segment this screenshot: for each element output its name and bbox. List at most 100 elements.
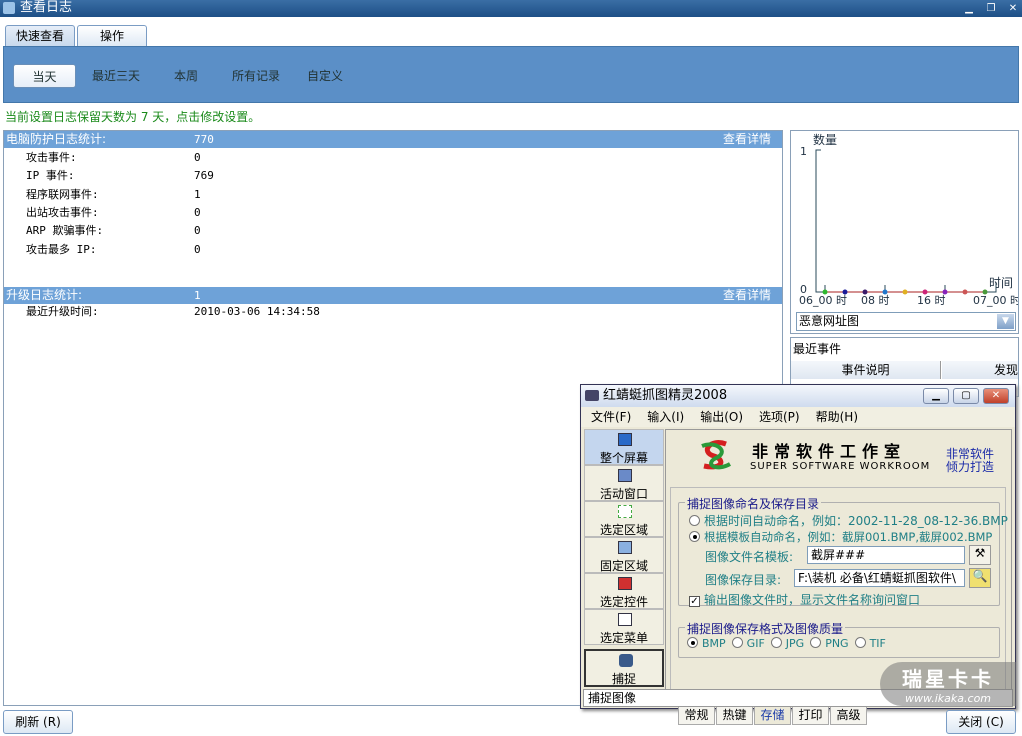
format-radio-png[interactable]: PNG — [810, 637, 849, 650]
tab-operations[interactable]: 操作 — [77, 25, 147, 47]
retention-notice-link[interactable]: 当前设置日志保留天数为 7 天，点击修改设置。 — [5, 108, 260, 125]
format-label: BMP — [702, 637, 726, 650]
side-button-monitor[interactable]: 整个屏幕 — [584, 429, 664, 465]
column-header-found[interactable]: 发现 — [942, 361, 1018, 379]
tab-quick-view[interactable]: 快速查看 — [5, 25, 75, 47]
brand-name-cn: 非常软件工作室 — [752, 442, 907, 461]
side-button-label: 整个屏幕 — [599, 451, 648, 465]
chart-type-select[interactable]: 恶意网址图 ▼ — [796, 312, 1016, 331]
upgrade-row-label: 最近升级时间: — [26, 305, 99, 318]
format-radio-tif[interactable]: TIF — [854, 637, 886, 650]
settings-tab[interactable]: 存储 — [754, 707, 791, 725]
checkbox-icon[interactable]: ✓ — [689, 596, 700, 607]
column-header-description[interactable]: 事件说明 — [791, 361, 941, 379]
stat-row-value: 0 — [194, 224, 201, 238]
close-window-button[interactable]: ✕ — [1006, 2, 1020, 15]
format-group-title: 捕捉图像保存格式及图像质量 — [685, 620, 846, 637]
side-button-control[interactable]: 选定控件 — [584, 573, 664, 609]
dialog-title: 红蜻蜓抓图精灵2008 — [603, 388, 728, 403]
stat-row-label: ARP 欺骗事件: — [26, 224, 104, 238]
upgrade-details-link[interactable]: 查看详情 — [723, 287, 771, 304]
data-point — [902, 289, 908, 295]
side-button-label: 选定区域 — [599, 523, 648, 537]
radio-icon[interactable] — [687, 637, 698, 648]
menu-file[interactable]: 文件(F) — [591, 410, 631, 424]
tools-icon[interactable]: ⚒ — [969, 545, 991, 565]
format-label: PNG — [825, 637, 849, 650]
menu-output[interactable]: 输出(O) — [700, 410, 743, 424]
menu-input[interactable]: 输入(I) — [647, 410, 684, 424]
radio-icon[interactable] — [854, 637, 866, 648]
recent-events-title: 最近事件 — [793, 342, 842, 356]
format-label: GIF — [746, 637, 765, 650]
dialog-close-button[interactable]: ✕ — [983, 388, 1009, 404]
dialog-title-bar: 红蜻蜓抓图精灵2008 ▁ ▢ ✕ — [581, 385, 1015, 407]
directory-input[interactable]: F:\装机 必备\红蜻蜓抓图软件\ — [794, 569, 965, 587]
side-button-dashed-selection[interactable]: 选定区域 — [584, 501, 664, 537]
radio-icon[interactable] — [810, 637, 822, 648]
capture-label: 捕捉 — [611, 672, 636, 686]
menu-options[interactable]: 选项(P) — [759, 410, 800, 424]
settings-tab[interactable]: 高级 — [830, 707, 867, 725]
filter-today[interactable]: 当天 — [13, 64, 76, 88]
stat-row-label: 程序联网事件: — [26, 187, 99, 201]
side-button-window[interactable]: 活动窗口 — [584, 465, 664, 501]
side-button-label: 选定菜单 — [599, 631, 648, 645]
side-button-menu[interactable]: 选定菜单 — [584, 609, 664, 645]
capture-button[interactable]: 捕捉 — [584, 649, 664, 687]
filter-custom[interactable]: 自定义 — [300, 64, 350, 88]
minimize-button[interactable]: ▁ — [962, 2, 976, 15]
protection-details-link[interactable]: 查看详情 — [723, 131, 771, 148]
chart-panel: 数量 时间 1 0 06_00 时 08 时 16 时 07_00 时 恶意网址图 ▼ — [790, 130, 1019, 334]
radio-template-naming[interactable]: 根据模板自动命名，例如：截屏001.BMP,截屏002.BMP — [689, 529, 992, 545]
template-input[interactable]: 截屏### — [807, 546, 965, 564]
stat-row-value: 1 — [194, 187, 201, 201]
menu-help[interactable]: 帮助(H) — [816, 410, 858, 424]
protection-total: 770 — [194, 133, 214, 146]
filter-this-week[interactable]: 本周 — [163, 64, 209, 88]
format-radio-gif[interactable]: GIF — [731, 637, 765, 650]
watermark-logo: 瑞星卡卡 www.ikaka.com — [880, 662, 1016, 706]
protection-title: 电脑防护日志统计: — [6, 132, 107, 146]
upgrade-row: 最近升级时间: — [26, 303, 99, 321]
screenshot-tool-window: 红蜻蜓抓图精灵2008 ▁ ▢ ✕ 文件(F) 输入(I) 输出(O) 选项(P) 帮助… — [580, 384, 1016, 725]
radio-icon[interactable] — [731, 637, 743, 648]
upgrade-stats-header: 升级日志统计: 1 查看详情 — [4, 287, 782, 304]
restore-button[interactable]: ❐ — [984, 2, 998, 15]
x-axis-label: 时间 — [989, 276, 1013, 290]
y-axis-label: 数量 — [813, 132, 837, 147]
format-radio-jpg[interactable]: JPG — [770, 637, 804, 650]
radio-icon[interactable] — [689, 515, 700, 526]
settings-tab[interactable]: 打印 — [792, 707, 829, 725]
stat-row-value: 0 — [194, 205, 201, 219]
monitor-icon — [618, 433, 632, 446]
filter-last-three-days[interactable]: 最近三天 — [84, 64, 148, 88]
axes — [815, 149, 997, 293]
side-button-label: 活动窗口 — [599, 487, 648, 501]
upgrade-title: 升级日志统计: — [6, 288, 83, 302]
radio-icon[interactable] — [770, 637, 782, 648]
chevron-down-icon[interactable]: ▼ — [997, 314, 1014, 329]
radio-time-naming[interactable]: 根据时间自动命名，例如：2002-11-28_08-12-36.BMP — [689, 512, 1008, 529]
settings-tab[interactable]: 常规 — [678, 707, 715, 725]
side-button-fixed-region[interactable]: 固定区域 — [584, 537, 664, 573]
naming-group-title: 捕捉图像命名及保存目录 — [685, 495, 822, 512]
dialog-minimize-button[interactable]: ▁ — [923, 388, 949, 404]
show-filename-checkbox[interactable]: ✓ 输出图像文件时，显示文件名称询问窗口 — [689, 591, 920, 608]
refresh-button[interactable]: 刷新 (R) — [3, 710, 73, 734]
protection-stats-header: 电脑防护日志统计: 770 查看详情 — [4, 131, 782, 148]
filter-all-records[interactable]: 所有记录 — [224, 64, 288, 88]
format-radio-bmp[interactable]: BMP — [687, 637, 726, 650]
super-software-logo-icon — [701, 440, 731, 470]
brand-slogan: 非常软件 倾力打造 — [946, 448, 994, 474]
radio-icon[interactable] — [689, 531, 700, 542]
format-label: TIF — [869, 637, 886, 650]
app-shield-icon — [3, 2, 15, 14]
camera-icon — [619, 654, 633, 667]
settings-tab[interactable]: 热键 — [716, 707, 753, 725]
camera-icon — [585, 390, 599, 401]
dialog-maximize-button[interactable]: ▢ — [953, 388, 979, 404]
browse-folder-icon[interactable]: 🔍 — [969, 568, 991, 588]
dialog-menu-bar: 文件(F) 输入(I) 输出(O) 选项(P) 帮助(H) — [581, 407, 1015, 427]
close-button[interactable]: 关闭 (C) — [946, 710, 1016, 734]
